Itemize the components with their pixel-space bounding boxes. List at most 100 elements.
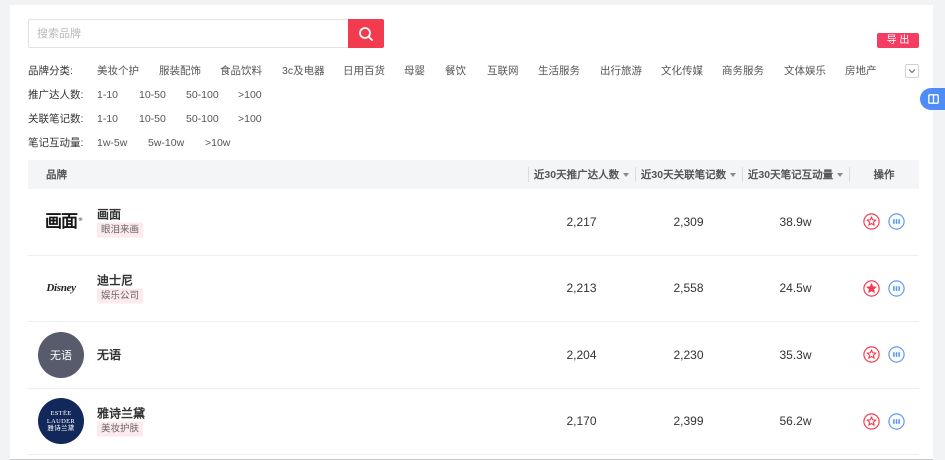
analysis-icon[interactable]	[888, 280, 905, 297]
note-count: 2,309	[673, 214, 704, 229]
brand-info: 迪士尼 娱乐公司	[97, 273, 144, 304]
favorite-star-icon[interactable]	[863, 346, 880, 363]
actions-cell	[849, 256, 919, 322]
filter-option[interactable]: 商务服务	[722, 64, 764, 78]
filter-option[interactable]: 出行旅游	[600, 64, 642, 78]
brand-logo: 无语	[38, 331, 84, 378]
table-row: Disney 迪士尼 娱乐公司 2,213 2,558 24.5w	[28, 256, 919, 322]
filter-option[interactable]: 10-50	[139, 88, 166, 102]
export-button[interactable]: 导 出	[877, 33, 919, 48]
column-header-label: 近30天关联笔记数	[640, 169, 727, 181]
brand-name[interactable]: 无语	[97, 347, 121, 363]
brand-cell: Disney 迪士尼 娱乐公司	[28, 256, 528, 322]
column-header-brand: 品牌	[46, 169, 67, 181]
filter-option[interactable]: 5w-10w	[148, 136, 184, 150]
column-header-label: 近30天推广达人数	[533, 169, 620, 181]
filter-option[interactable]: >100	[238, 112, 262, 126]
filter-option[interactable]: 房地产	[845, 64, 877, 78]
filter-row-category: 品牌分类: 美妆个护 服装配饰 食品饮料 3c及电器 日用百货 母婴 餐饮 互联…	[0, 64, 945, 78]
filter-option[interactable]: 美妆个护	[97, 64, 139, 78]
category-expand-button[interactable]	[905, 64, 919, 78]
brand-cell: 无语 无语	[28, 322, 528, 388]
table-row: ESTĒE LAUDER 雅诗兰黛 雅诗兰黛 美妆护肤 2,170 2,399 …	[28, 389, 919, 455]
brand-name[interactable]: 画面	[97, 206, 121, 222]
influencer-count: 2,217	[566, 214, 597, 229]
column-divider	[742, 167, 743, 182]
filter-option[interactable]: 1-10	[97, 88, 118, 102]
brand-tag: 娱乐公司	[97, 288, 144, 304]
engagement-count: 24.5w	[779, 281, 812, 296]
engagement-count: 56.2w	[779, 414, 812, 429]
logo-text: 画面	[45, 211, 78, 232]
logo-wordmark: 画面 ®	[45, 211, 83, 232]
sidebar-toggle-button[interactable]	[920, 88, 945, 110]
favorite-star-icon[interactable]	[863, 413, 880, 430]
filter-option[interactable]: 50-100	[186, 88, 219, 102]
filter-label: 笔记互动量:	[28, 137, 84, 149]
column-header-notes[interactable]: 近30天关联笔记数	[635, 160, 742, 189]
column-header-label: 近30天笔记互动量	[747, 169, 834, 181]
engagement-count: 38.9w	[779, 214, 812, 229]
brand-tag: 美妆护肤	[97, 421, 144, 437]
filter-option[interactable]: 母婴	[404, 64, 425, 78]
influencer-count: 2,204	[566, 347, 597, 362]
engagement-count: 35.3w	[779, 347, 812, 362]
brand-name[interactable]: 雅诗兰黛	[97, 406, 145, 422]
favorite-star-icon[interactable]	[863, 213, 880, 230]
filter-row-influencers: 推广达人数: 1-10 10-50 50-100 >100	[0, 88, 945, 102]
logo-line: ESTĒE	[50, 410, 72, 417]
sidebar-toggle-icon	[928, 94, 939, 104]
filter-label: 推广达人数:	[28, 89, 84, 101]
filter-option[interactable]: 互联网	[487, 64, 519, 78]
filter-row-notes: 关联笔记数: 1-10 10-50 50-100 >100	[0, 112, 945, 126]
column-divider	[849, 167, 850, 182]
filter-option[interactable]: >100	[238, 88, 262, 102]
brand-table: 品牌 近30天推广达人数 近30天关联笔记数 近30天笔记互动量 操作 画面®	[28, 160, 919, 455]
analysis-icon[interactable]	[888, 346, 905, 363]
filter-option[interactable]: 1-10	[97, 112, 118, 126]
filter-option[interactable]: 1w-5w	[97, 136, 127, 150]
note-count: 2,230	[673, 347, 704, 362]
filter-option[interactable]: 日用百货	[343, 64, 385, 78]
analysis-icon[interactable]	[888, 413, 905, 430]
filter-option[interactable]: 50-100	[186, 112, 219, 126]
search-button[interactable]	[348, 19, 384, 48]
brand-logo: ESTĒE LAUDER 雅诗兰黛	[38, 398, 84, 445]
table-row: 画面 ® 画面 眼泪来画 2,217 2,309 38.9w	[28, 189, 919, 256]
filter-option[interactable]: 食品饮料	[220, 64, 262, 78]
note-count: 2,558	[673, 281, 704, 296]
filter-row-engagement: 笔记互动量: 1w-5w 5w-10w >10w	[0, 136, 945, 150]
column-divider	[635, 167, 636, 182]
search-input[interactable]	[28, 19, 348, 48]
column-header-engagement[interactable]: 近30天笔记互动量	[742, 160, 849, 189]
note-count: 2,399	[673, 414, 704, 429]
search-icon	[359, 26, 373, 41]
filter-option[interactable]: 3c及电器	[282, 64, 325, 78]
filter-option[interactable]: 餐饮	[445, 64, 466, 78]
sort-caret-icon	[623, 172, 630, 177]
filter-option[interactable]: 服装配饰	[159, 64, 201, 78]
actions-cell	[849, 189, 919, 255]
influencer-count: 2,213	[566, 281, 597, 296]
filter-option[interactable]: 10-50	[139, 112, 166, 126]
brand-tag: 眼泪来画	[97, 222, 144, 238]
brand-name[interactable]: 迪士尼	[97, 273, 133, 289]
table-header: 品牌 近30天推广达人数 近30天关联笔记数 近30天笔记互动量 操作	[28, 160, 919, 189]
actions-cell	[849, 322, 919, 388]
filter-option[interactable]: 文体娱乐	[784, 64, 826, 78]
chevron-down-icon	[908, 69, 916, 74]
favorite-star-icon[interactable]	[863, 280, 880, 297]
sort-caret-icon	[730, 172, 737, 177]
logo-line: LAUDER	[46, 417, 76, 425]
column-divider	[528, 167, 529, 182]
brand-logo: Disney	[38, 265, 84, 311]
influencer-count: 2,170	[566, 414, 597, 429]
filter-option[interactable]: 文化传媒	[661, 64, 703, 78]
filter-option[interactable]: 生活服务	[538, 64, 580, 78]
brand-logo: 画面 ®	[38, 199, 84, 245]
filter-option[interactable]: >10w	[205, 136, 230, 150]
analysis-icon[interactable]	[888, 213, 905, 230]
column-header-influencers[interactable]: 近30天推广达人数	[528, 160, 635, 189]
logo-wordmark: 无语	[50, 348, 72, 362]
column-header-actions: 操作	[849, 160, 919, 189]
